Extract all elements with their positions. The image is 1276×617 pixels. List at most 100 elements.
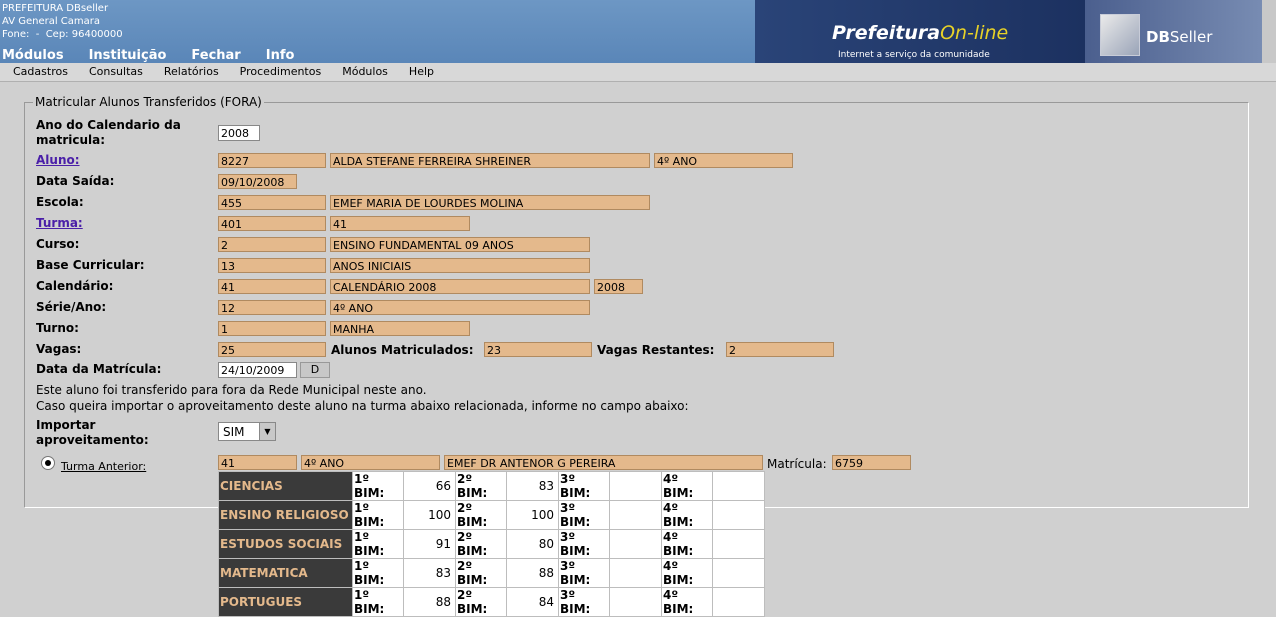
submenu-cadastros[interactable]: Cadastros [13,63,68,81]
base-label: Base Curricular: [36,258,145,272]
menu-info[interactable]: Info [266,48,295,63]
cal-label: Calendário: [36,279,114,293]
turno-name: MANHA [330,321,470,336]
cal-code: 41 [218,279,326,294]
restantes-label: Vagas Restantes: [597,343,715,357]
curso-code: 2 [218,237,326,252]
data-matricula-label: Data da Matrícula: [36,362,162,376]
bim-label: 2º BIM: [455,500,507,530]
grade-value [712,500,765,530]
info-message-2: Caso queira importar o aproveitamento de… [36,399,689,413]
saida-label: Data Saída: [36,174,115,188]
logo-subtitle: Internet a serviço da comunidade [838,50,990,60]
aluno-link[interactable]: Aluno: [36,153,80,167]
bim-label: 4º BIM: [661,587,713,617]
grade-row: CIENCIAS 1º BIM: 66 2º BIM: 83 3º BIM: 4º BIM: [218,471,765,501]
org-info: PREFEITURA DBseller AV General Camara Fo… [2,3,123,40]
submenu-help[interactable]: Help [409,63,434,81]
turma-anterior-radio[interactable] [41,456,55,470]
escola-name: EMEF MARIA DE LOURDES MOLINA [330,195,650,210]
grade-value [609,500,662,530]
grade-value [609,471,662,501]
escola-code: 455 [218,195,326,210]
grade-row: MATEMATICA 1º BIM: 83 2º BIM: 88 3º BIM: 4º BI… [218,558,765,588]
base-name: ANOS INICIAIS [330,258,590,273]
menu-fechar[interactable]: Fechar [191,48,240,63]
matricula-label: Matrícula: [767,457,827,471]
grade-value: 88 [403,587,456,617]
bim-label: 3º BIM: [558,471,610,501]
grade-value [609,587,662,617]
curso-name: ENSINO FUNDAMENTAL 09 ANOS [330,237,590,252]
dbseller-logo-text: DBSeller [1146,28,1213,46]
submenu-relatorios[interactable]: Relatórios [164,63,219,81]
turma-anterior-label[interactable]: Turma Anterior: [61,460,146,473]
grade-row: ENSINO RELIGIOSO 1º BIM: 100 2º BIM: 100 3º B… [218,500,765,530]
subject-name: ESTUDOS SOCIAIS [218,529,353,559]
grade-value: 83 [403,558,456,588]
bim-label: 3º BIM: [558,558,610,588]
bim-label: 4º BIM: [661,529,713,559]
turma-link[interactable]: Turma: [36,216,83,230]
bim-label: 3º BIM: [558,500,610,530]
grade-value [609,558,662,588]
bim-label: 1º BIM: [352,529,404,559]
serie-name: 4º ANO [330,300,590,315]
anterior-escola: EMEF DR ANTENOR G PEREIRA [444,455,763,470]
radio-dot-icon [45,460,51,466]
matriculados-label: Alunos Matriculados: [331,343,474,357]
grade-value: 66 [403,471,456,501]
menu-instituicao[interactable]: Instituição [89,48,167,63]
bim-label: 2º BIM: [455,471,507,501]
grade-value: 88 [506,558,559,588]
importar-select-value: SIM [223,425,245,439]
turno-label: Turno: [36,321,79,335]
importar-label: Importar aproveitamento: [36,418,149,447]
ano-label: Ano do Calendario da matricula: [36,118,181,147]
serie-code: 12 [218,300,326,315]
bim-label: 4º BIM: [661,471,713,501]
restantes-value: 2 [726,342,834,357]
anterior-serie: 4º ANO [301,455,440,470]
grade-value: 91 [403,529,456,559]
submenu-modulos[interactable]: Módulos [342,63,388,81]
grade-row: PORTUGUES 1º BIM: 88 2º BIM: 84 3º BIM: 4º BIM… [218,587,765,617]
grade-value: 83 [506,471,559,501]
submenu-consultas[interactable]: Consultas [89,63,143,81]
bim-label: 2º BIM: [455,529,507,559]
ano-input[interactable]: 2008 [218,125,260,141]
aluno-serie: 4º ANO [654,153,793,168]
bim-label: 4º BIM: [661,500,713,530]
bim-label: 1º BIM: [352,587,404,617]
cal-name: CALENDÁRIO 2008 [330,279,590,294]
bim-label: 1º BIM: [352,558,404,588]
matriculados-value: 23 [484,342,592,357]
grade-value [712,558,765,588]
vagas-label: Vagas: [36,342,82,356]
bim-label: 3º BIM: [558,587,610,617]
bim-label: 1º BIM: [352,471,404,501]
subject-name: MATEMATICA [218,558,353,588]
grade-value: 84 [506,587,559,617]
escola-label: Escola: [36,195,84,209]
subject-name: ENSINO RELIGIOSO [218,500,353,530]
grade-row: ESTUDOS SOCIAIS 1º BIM: 91 2º BIM: 80 3º BIM:… [218,529,765,559]
chevron-down-icon: ▼ [259,423,275,440]
grades-table: CIENCIAS 1º BIM: 66 2º BIM: 83 3º BIM: 4º BIM:… [218,471,765,617]
submenu-bar: Cadastros Consultas Relatórios Procedime… [0,63,1276,82]
header-scroll-stub [1262,0,1276,63]
submenu-procedimentos[interactable]: Procedimentos [240,63,322,81]
turma-code: 401 [218,216,326,231]
bim-label: 3º BIM: [558,529,610,559]
curso-label: Curso: [36,237,80,251]
grade-value: 100 [403,500,456,530]
bim-label: 4º BIM: [661,558,713,588]
date-picker-button[interactable]: D [300,362,330,378]
data-matricula-input[interactable]: 24/10/2009 [218,362,297,378]
form-legend: Matricular Alunos Transferidos (FORA) [33,95,264,109]
importar-select[interactable]: SIM ▼ [218,422,276,441]
grade-value: 80 [506,529,559,559]
menu-modulos[interactable]: Módulos [2,48,64,63]
grade-value [609,529,662,559]
dbseller-logo-icon [1100,14,1140,56]
